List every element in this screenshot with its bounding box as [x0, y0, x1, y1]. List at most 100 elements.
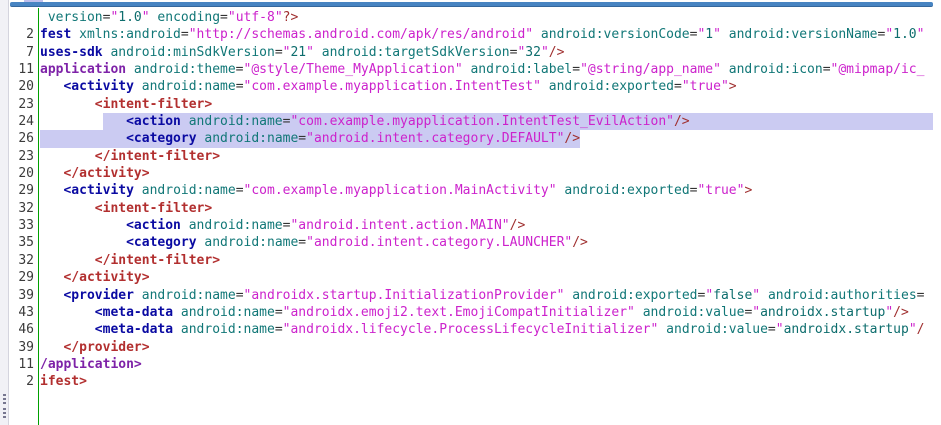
code-token: "com.example.myapplication.IntentTest": [244, 79, 541, 94]
code-token: [40, 288, 63, 303]
code-line-text[interactable]: fest xmlns:android="http://schemas.andro…: [38, 26, 933, 43]
code-line[interactable]: 29 </activity>: [10, 269, 933, 286]
code-line-text[interactable]: </provider>: [38, 339, 933, 356]
code-line-text[interactable]: ifest>: [38, 373, 933, 390]
code-token: =: [236, 183, 244, 198]
code-line-text[interactable]: <activity android:name="com.example.myap…: [38, 182, 933, 199]
line-number: 20: [10, 165, 38, 182]
code-token: xmlns:android: [79, 27, 181, 42]
code-line-text[interactable]: <action android:name="com.example.myappl…: [38, 113, 933, 130]
code-token: [40, 97, 95, 112]
code-line[interactable]: 39 </provider>: [10, 339, 933, 356]
code-line[interactable]: 7uses-sdk android:minSdkVersion="21" and…: [10, 44, 933, 61]
code-token: ": [142, 10, 150, 25]
code-line[interactable]: 20 <activity android:name="com.example.m…: [10, 78, 933, 95]
code-line-text[interactable]: <category android:name="android.intent.c…: [38, 130, 933, 147]
code-line-text[interactable]: /application>: [38, 356, 933, 373]
code-token: android:versionCode: [541, 27, 690, 42]
line-number: 2: [10, 26, 38, 43]
code-token: [126, 62, 134, 77]
code-token: <intent-filter>: [95, 201, 212, 216]
code-token: =: [275, 322, 283, 337]
code-tokens: <meta-data android:name="androidx.emoji2…: [40, 305, 909, 320]
code-line-text[interactable]: <meta-data android:name="androidx.lifecy…: [38, 321, 933, 338]
code-token: =: [768, 322, 776, 337]
code-line[interactable]: 29 <activity android:name="com.example.m…: [10, 182, 933, 199]
code-line[interactable]: 2ifest>: [10, 373, 933, 390]
code-token: />: [510, 218, 526, 233]
code-token: />: [674, 114, 690, 129]
code-line-text[interactable]: version="1.0" encoding="utf-8"?>: [38, 9, 933, 26]
code-line[interactable]: 2fest xmlns:android="http://schemas.andr…: [10, 26, 933, 43]
code-line[interactable]: 26 <category android:name="android.inten…: [10, 130, 933, 147]
code-line[interactable]: 23 <intent-filter>: [10, 96, 933, 113]
splitter-grip-dots[interactable]: [3, 394, 6, 405]
code-token: />: [893, 305, 909, 320]
code-line[interactable]: 11application android:theme="@style/Them…: [10, 61, 933, 78]
code-lines[interactable]: version="1.0" encoding="utf-8"?>2fest xm…: [10, 8, 933, 391]
code-token: [40, 322, 95, 337]
code-tokens: <category android:name="android.intent.c…: [40, 131, 580, 146]
code-tokens: ifest>: [40, 374, 87, 389]
code-token: =: [917, 288, 925, 303]
code-token: [40, 166, 63, 181]
code-line-text[interactable]: <category android:name="android.intent.c…: [38, 234, 933, 251]
code-token: 1.0: [893, 27, 916, 42]
code-token: ": [752, 305, 760, 320]
code-token: android:name: [189, 218, 283, 233]
code-token: android:minSdkVersion: [110, 45, 274, 60]
code-token: [40, 201, 95, 216]
code-token: [541, 79, 549, 94]
code-token: [173, 305, 181, 320]
code-line-text[interactable]: </activity>: [38, 165, 933, 182]
code-line[interactable]: 24 <action android:name="com.example.mya…: [10, 113, 933, 130]
code-token: android:name: [181, 322, 275, 337]
code-token: [40, 270, 63, 285]
code-line-text[interactable]: <intent-filter>: [38, 96, 933, 113]
code-line[interactable]: 46 <meta-data android:name="androidx.lif…: [10, 321, 933, 338]
code-line[interactable]: 43 <meta-data android:name="androidx.emo…: [10, 304, 933, 321]
code-line[interactable]: 20 </activity>: [10, 165, 933, 182]
code-token: android:theme: [134, 62, 236, 77]
line-number: 20: [10, 78, 38, 95]
code-token: android:name: [142, 79, 236, 94]
code-line-text[interactable]: </intent-filter>: [38, 148, 933, 165]
code-line[interactable]: version="1.0" encoding="utf-8"?>: [10, 9, 933, 26]
code-token: [40, 183, 63, 198]
splitter-grip-dots[interactable]: [3, 408, 6, 419]
code-line[interactable]: 33 <action android:name="android.intent.…: [10, 217, 933, 234]
code-line-text[interactable]: <action android:name="android.intent.act…: [38, 217, 933, 234]
code-line-text[interactable]: application android:theme="@style/Theme_…: [38, 61, 933, 78]
code-line[interactable]: 32 <intent-filter>: [10, 200, 933, 217]
code-line[interactable]: 32 </intent-filter>: [10, 252, 933, 269]
code-token: =: [236, 288, 244, 303]
code-token: androidx.startup: [760, 305, 885, 320]
code-token: version: [48, 10, 103, 25]
code-line[interactable]: 11/application>: [10, 356, 933, 373]
code-line-text[interactable]: <intent-filter>: [38, 200, 933, 217]
code-line[interactable]: 23 </intent-filter>: [10, 148, 933, 165]
code-line-text[interactable]: </activity>: [38, 269, 933, 286]
code-tokens: fest xmlns:android="http://schemas.andro…: [40, 27, 924, 42]
line-number: [10, 9, 38, 26]
code-tokens: <action android:name="android.intent.act…: [40, 218, 525, 233]
code-line-text[interactable]: <provider android:name="androidx.startup…: [38, 287, 933, 304]
horizontal-scrollbar-thumb[interactable]: [10, 2, 933, 7]
code-line-text[interactable]: </intent-filter>: [38, 252, 933, 269]
code-token: ": [705, 288, 713, 303]
code-area[interactable]: version="1.0" encoding="utf-8"?>2fest xm…: [10, 8, 933, 425]
code-token: "android.intent.category.LAUNCHER": [306, 235, 572, 250]
code-token: "@string/app_name": [580, 62, 721, 77]
code-token: />: [572, 235, 588, 250]
code-token: /application>: [40, 357, 142, 372]
code-token: android:targetSdkVersion: [322, 45, 510, 60]
code-line-text[interactable]: <meta-data android:name="androidx.emoji2…: [38, 304, 933, 321]
code-token: android:exported: [564, 183, 689, 198]
code-line[interactable]: 39 <provider android:name="androidx.star…: [10, 287, 933, 304]
code-line-text[interactable]: uses-sdk android:minSdkVersion="21" andr…: [38, 44, 933, 61]
code-token: "androidx.emoji2.text.EmojiCompatInitial…: [283, 305, 635, 320]
code-line[interactable]: 35 <category android:name="android.inten…: [10, 234, 933, 251]
left-scrollbar-track[interactable]: [0, 0, 9, 425]
code-line-text[interactable]: <activity android:name="com.example.myap…: [38, 78, 933, 95]
code-token: <category: [126, 131, 196, 146]
